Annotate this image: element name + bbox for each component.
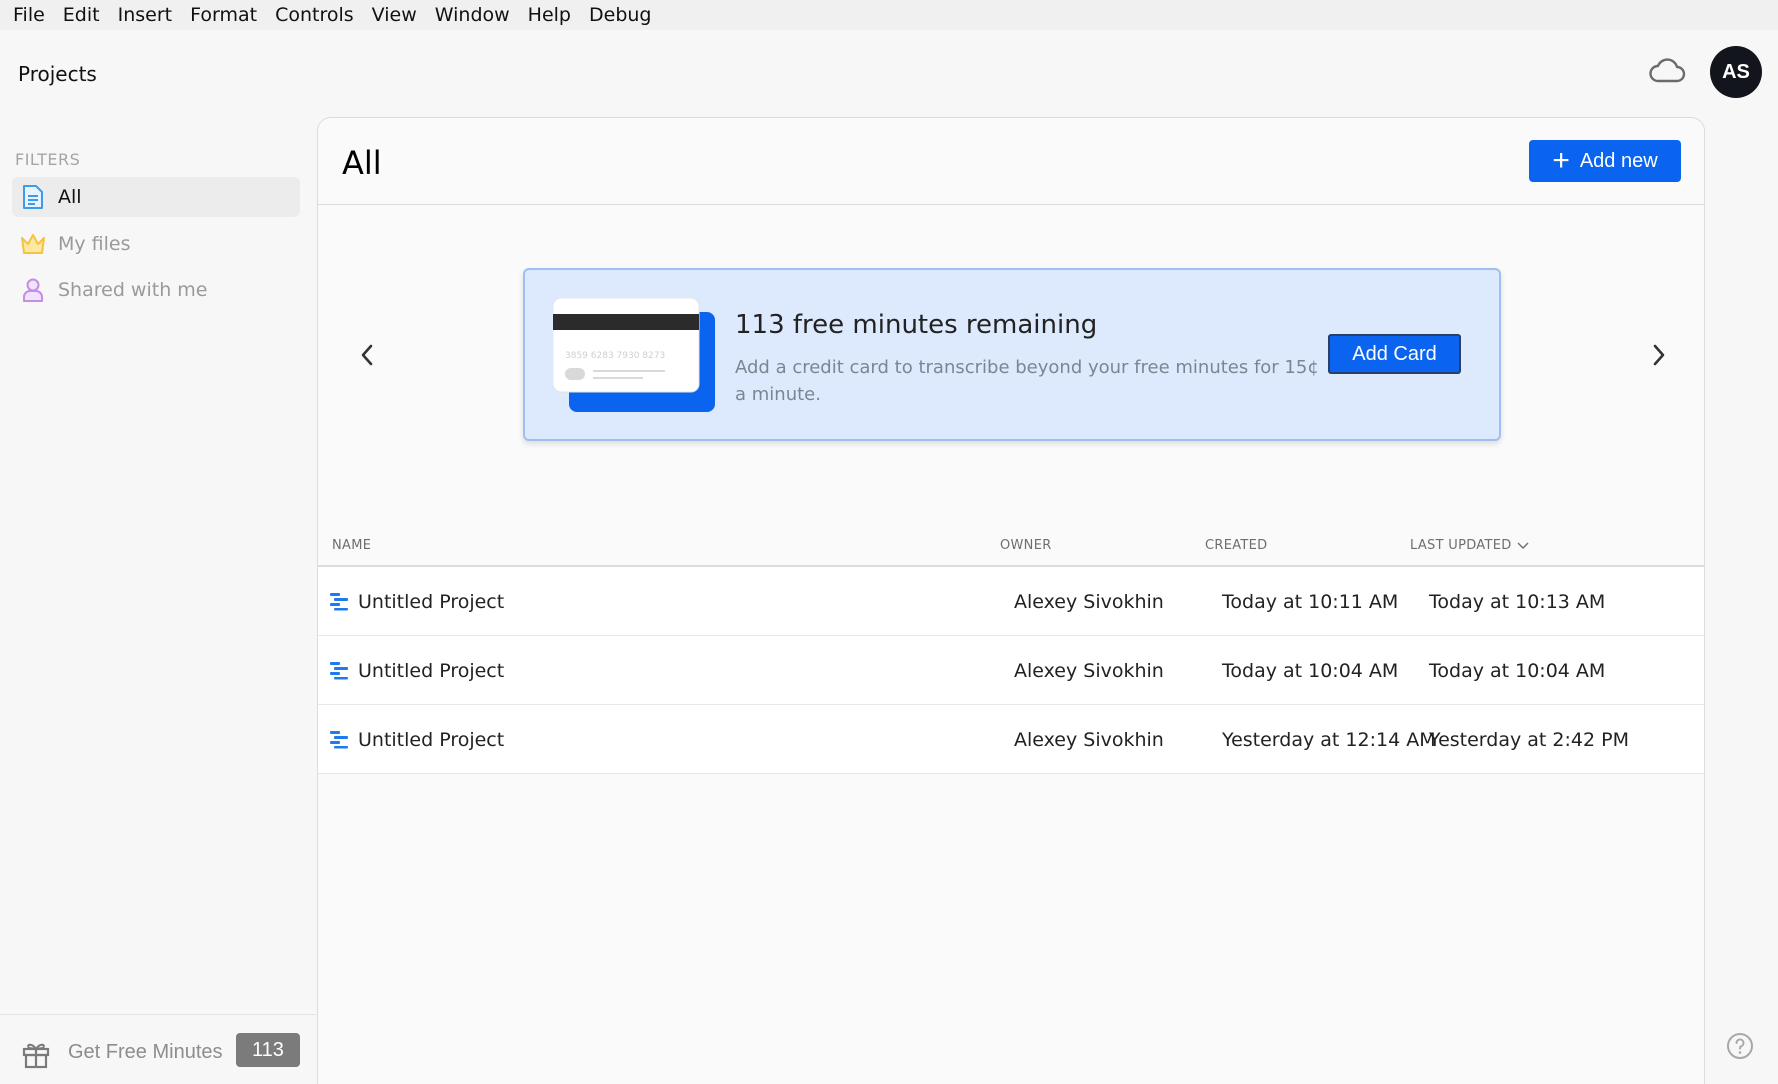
- page-title: All: [342, 144, 382, 182]
- person-icon: [20, 276, 46, 304]
- card-number-text: 3859 6283 7930 8273: [565, 351, 665, 361]
- chevron-down-icon: [1517, 542, 1529, 549]
- column-header-label: LAST UPDATED: [1410, 537, 1512, 553]
- gift-icon[interactable]: [22, 1039, 50, 1069]
- sidebar-item-my-files[interactable]: My files: [12, 224, 300, 264]
- help-icon[interactable]: [1726, 1032, 1754, 1060]
- projects-panel: All + Add new 3859 6283 7930 8273 113 fr…: [317, 117, 1705, 1084]
- promo-card: 3859 6283 7930 8273 113 free minutes rem…: [523, 268, 1501, 441]
- project-created: Today at 10:04 AM: [1222, 660, 1399, 682]
- filters-label: FILTERS: [15, 150, 81, 169]
- project-created: Today at 10:11 AM: [1222, 591, 1399, 613]
- project-list: Untitled Project Alexey Sivokhin Today a…: [318, 567, 1704, 774]
- menu-file[interactable]: File: [4, 0, 54, 30]
- add-card-button[interactable]: Add Card: [1328, 334, 1461, 374]
- project-updated: Yesterday at 2:42 PM: [1429, 729, 1629, 751]
- project-owner: Alexey Sivokhin: [1014, 660, 1164, 682]
- sidebar-item-all[interactable]: All: [12, 177, 300, 217]
- menu-window[interactable]: Window: [426, 0, 519, 30]
- cloud-icon[interactable]: [1648, 54, 1686, 88]
- app-title: Projects: [18, 62, 97, 86]
- table-row[interactable]: Untitled Project Alexey Sivokhin Today a…: [318, 567, 1704, 636]
- project-name: Untitled Project: [358, 660, 505, 682]
- menu-debug[interactable]: Debug: [580, 0, 660, 30]
- transcript-icon: [330, 593, 348, 611]
- credit-card-illustration: 3859 6283 7930 8273: [552, 297, 719, 418]
- transcript-icon: [330, 662, 348, 680]
- project-name: Untitled Project: [358, 591, 505, 613]
- project-created: Yesterday at 12:14 AM: [1222, 729, 1436, 751]
- menu-insert[interactable]: Insert: [109, 0, 182, 30]
- table-row[interactable]: Untitled Project Alexey Sivokhin Yesterd…: [318, 705, 1704, 774]
- column-header-name[interactable]: NAME: [332, 523, 371, 567]
- sidebar-item-label: Shared with me: [58, 279, 208, 301]
- crown-icon: [20, 230, 46, 258]
- table-header: NAME OWNER CREATED LAST UPDATED: [318, 523, 1704, 567]
- carousel-next-button[interactable]: [1644, 340, 1674, 370]
- get-free-minutes-link[interactable]: Get Free Minutes: [68, 1041, 223, 1064]
- transcript-icon: [330, 731, 348, 749]
- project-updated: Today at 10:13 AM: [1429, 591, 1606, 613]
- project-name: Untitled Project: [358, 729, 505, 751]
- chevron-left-icon: [361, 344, 373, 366]
- project-owner: Alexey Sivokhin: [1014, 591, 1164, 613]
- table-row[interactable]: Untitled Project Alexey Sivokhin Today a…: [318, 636, 1704, 705]
- sidebar-item-shared[interactable]: Shared with me: [12, 270, 300, 310]
- column-header-last-updated[interactable]: LAST UPDATED: [1410, 523, 1530, 567]
- menu-format[interactable]: Format: [181, 0, 266, 30]
- plus-icon: +: [1552, 144, 1570, 177]
- menu-edit[interactable]: Edit: [54, 0, 109, 30]
- user-avatar[interactable]: AS: [1710, 46, 1762, 98]
- menu-bar: File Edit Insert Format Controls View Wi…: [0, 0, 1778, 30]
- add-new-button[interactable]: + Add new: [1529, 140, 1681, 182]
- document-icon: [20, 183, 46, 211]
- promo-title: 113 free minutes remaining: [735, 310, 1098, 340]
- project-updated: Today at 10:04 AM: [1429, 660, 1606, 682]
- column-header-created[interactable]: CREATED: [1205, 523, 1267, 567]
- sidebar-footer: Get Free Minutes 113: [0, 1014, 316, 1084]
- add-new-label: Add new: [1579, 149, 1658, 172]
- sidebar-item-label: All: [58, 186, 82, 208]
- menu-help[interactable]: Help: [519, 0, 580, 30]
- carousel-prev-button[interactable]: [352, 340, 382, 370]
- promo-subtitle: Add a credit card to transcribe beyond y…: [735, 357, 1319, 405]
- menu-view[interactable]: View: [363, 0, 426, 30]
- sidebar-item-label: My files: [58, 233, 131, 255]
- menu-controls[interactable]: Controls: [266, 0, 363, 30]
- free-minutes-badge: 113: [236, 1033, 300, 1067]
- column-header-owner[interactable]: OWNER: [1000, 523, 1052, 567]
- chevron-right-icon: [1653, 344, 1665, 366]
- panel-header: All + Add new: [318, 118, 1704, 205]
- project-owner: Alexey Sivokhin: [1014, 729, 1164, 751]
